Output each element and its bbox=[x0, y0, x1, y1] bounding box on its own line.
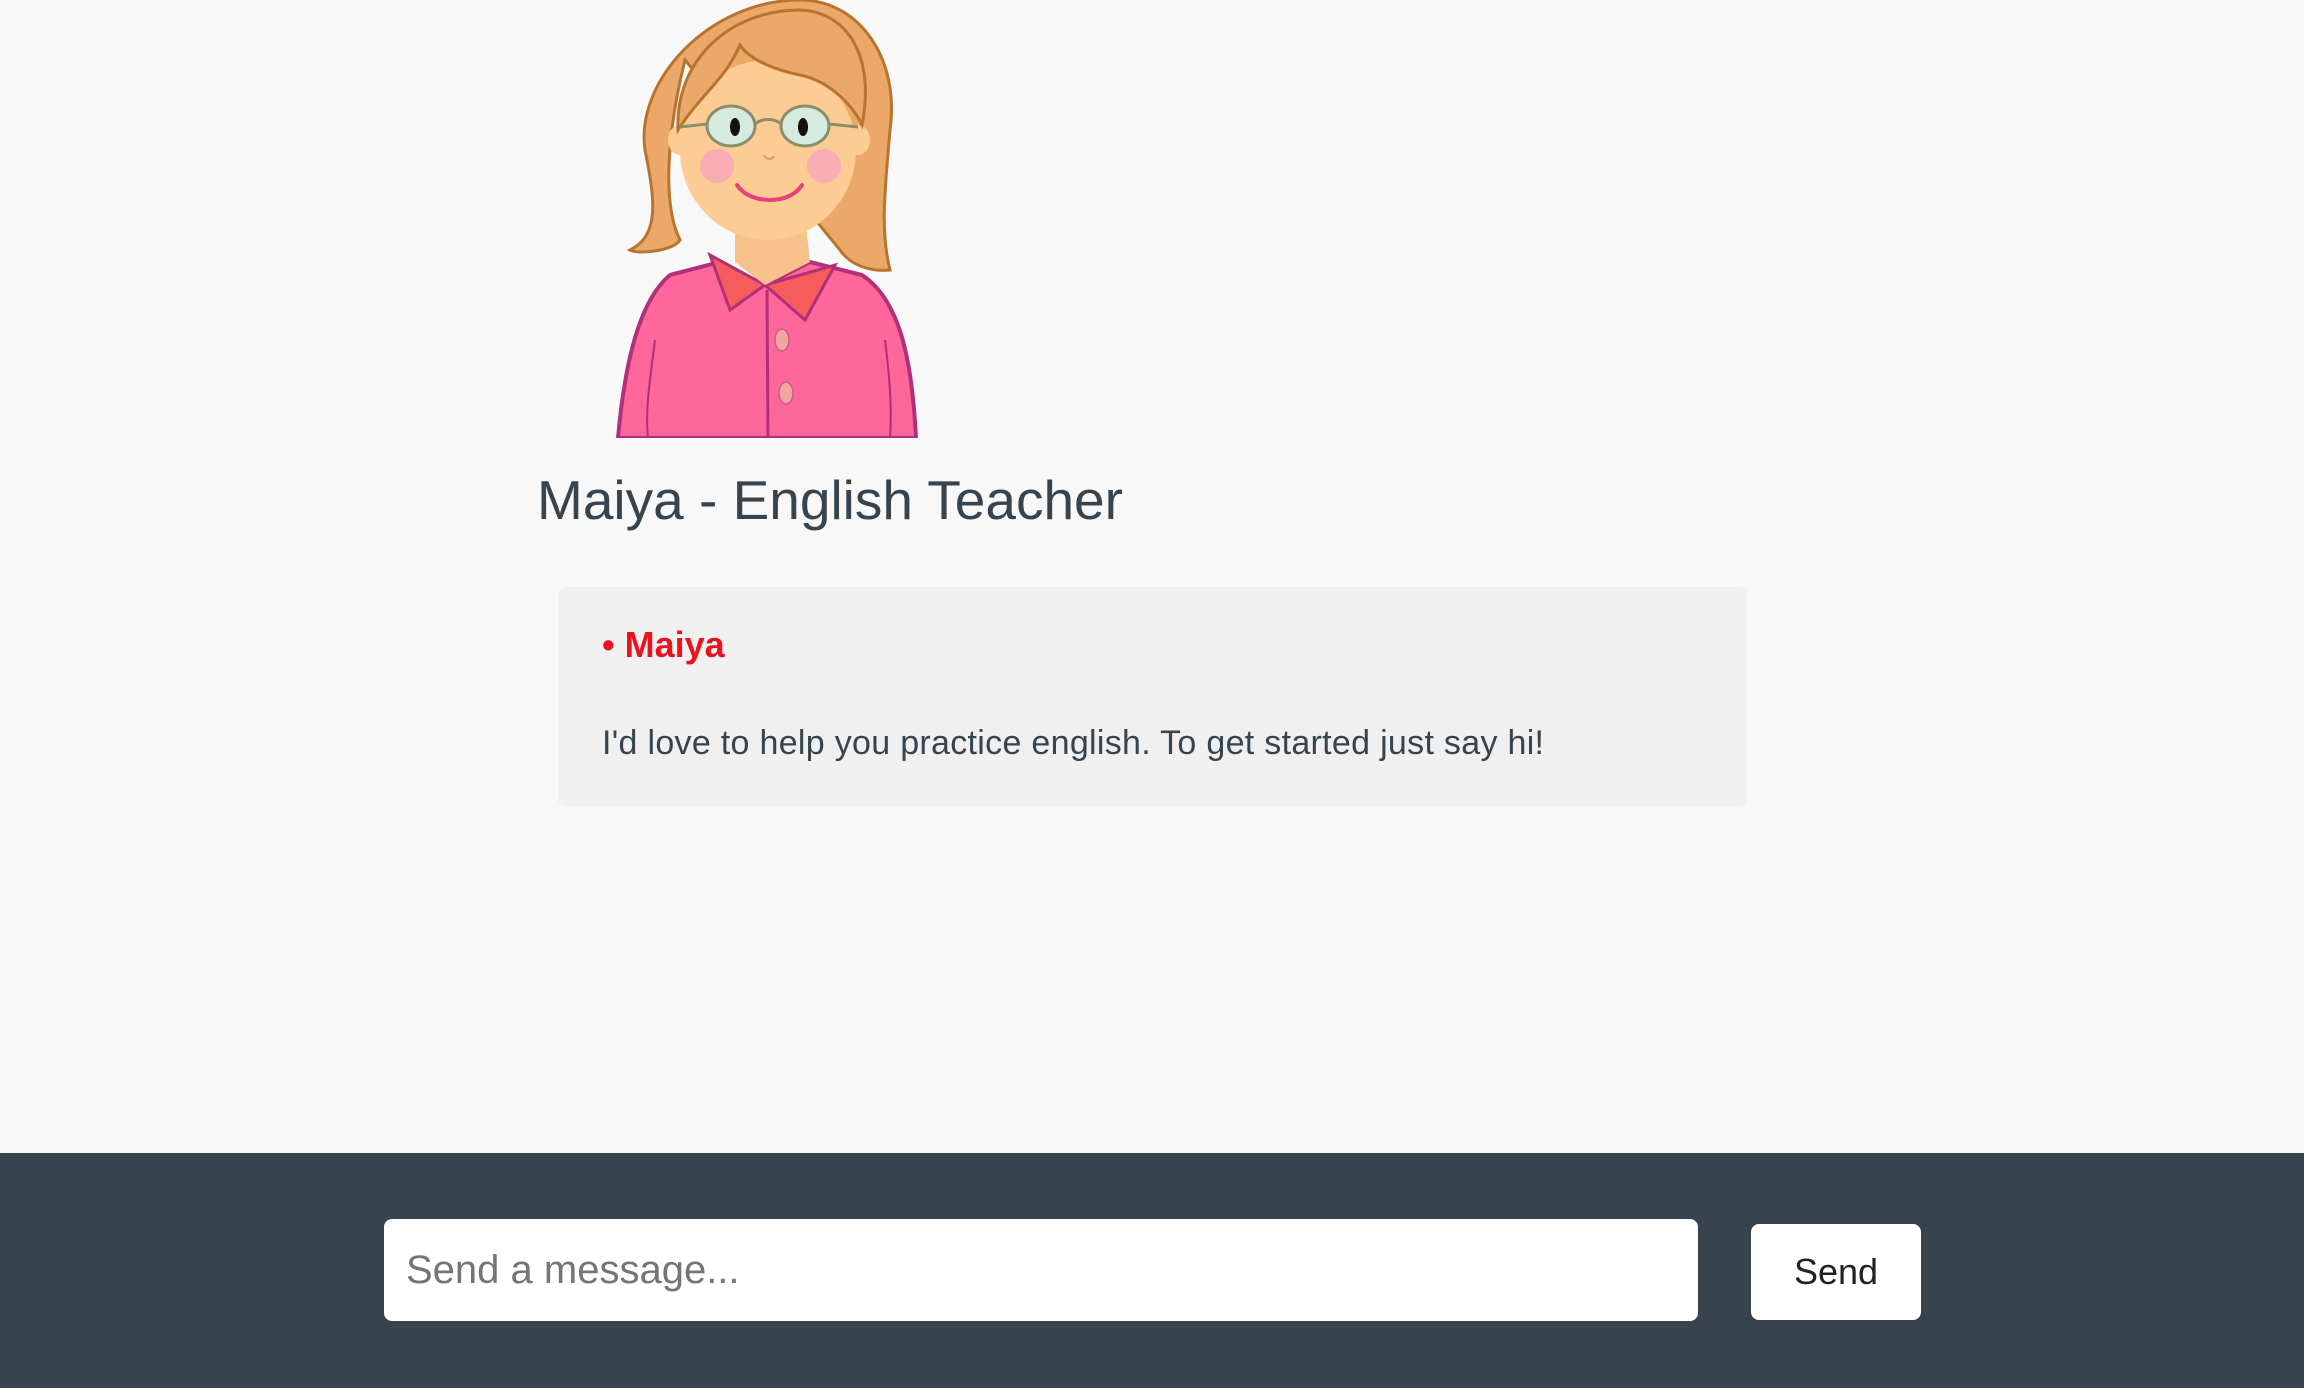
send-button[interactable]: Send bbox=[1751, 1224, 1921, 1320]
chat-messages: • Maiya I'd love to help you practice eng… bbox=[558, 587, 1747, 806]
message-input[interactable] bbox=[384, 1219, 1698, 1321]
chat-page: Maiya - English Teacher • Maiya I'd love … bbox=[0, 0, 2304, 1388]
message-sender: • Maiya bbox=[602, 625, 1703, 665]
message-text: I'd love to help you practice english. T… bbox=[602, 724, 1545, 762]
page-title: Maiya - English Teacher bbox=[537, 469, 1123, 531]
message-composer-bar: Send bbox=[0, 1153, 2304, 1388]
sender-bullet: • bbox=[602, 624, 615, 665]
teacher-avatar bbox=[615, 0, 919, 438]
sender-name: Maiya bbox=[624, 624, 725, 665]
message-bubble: • Maiya I'd love to help you practice eng… bbox=[558, 587, 1747, 806]
